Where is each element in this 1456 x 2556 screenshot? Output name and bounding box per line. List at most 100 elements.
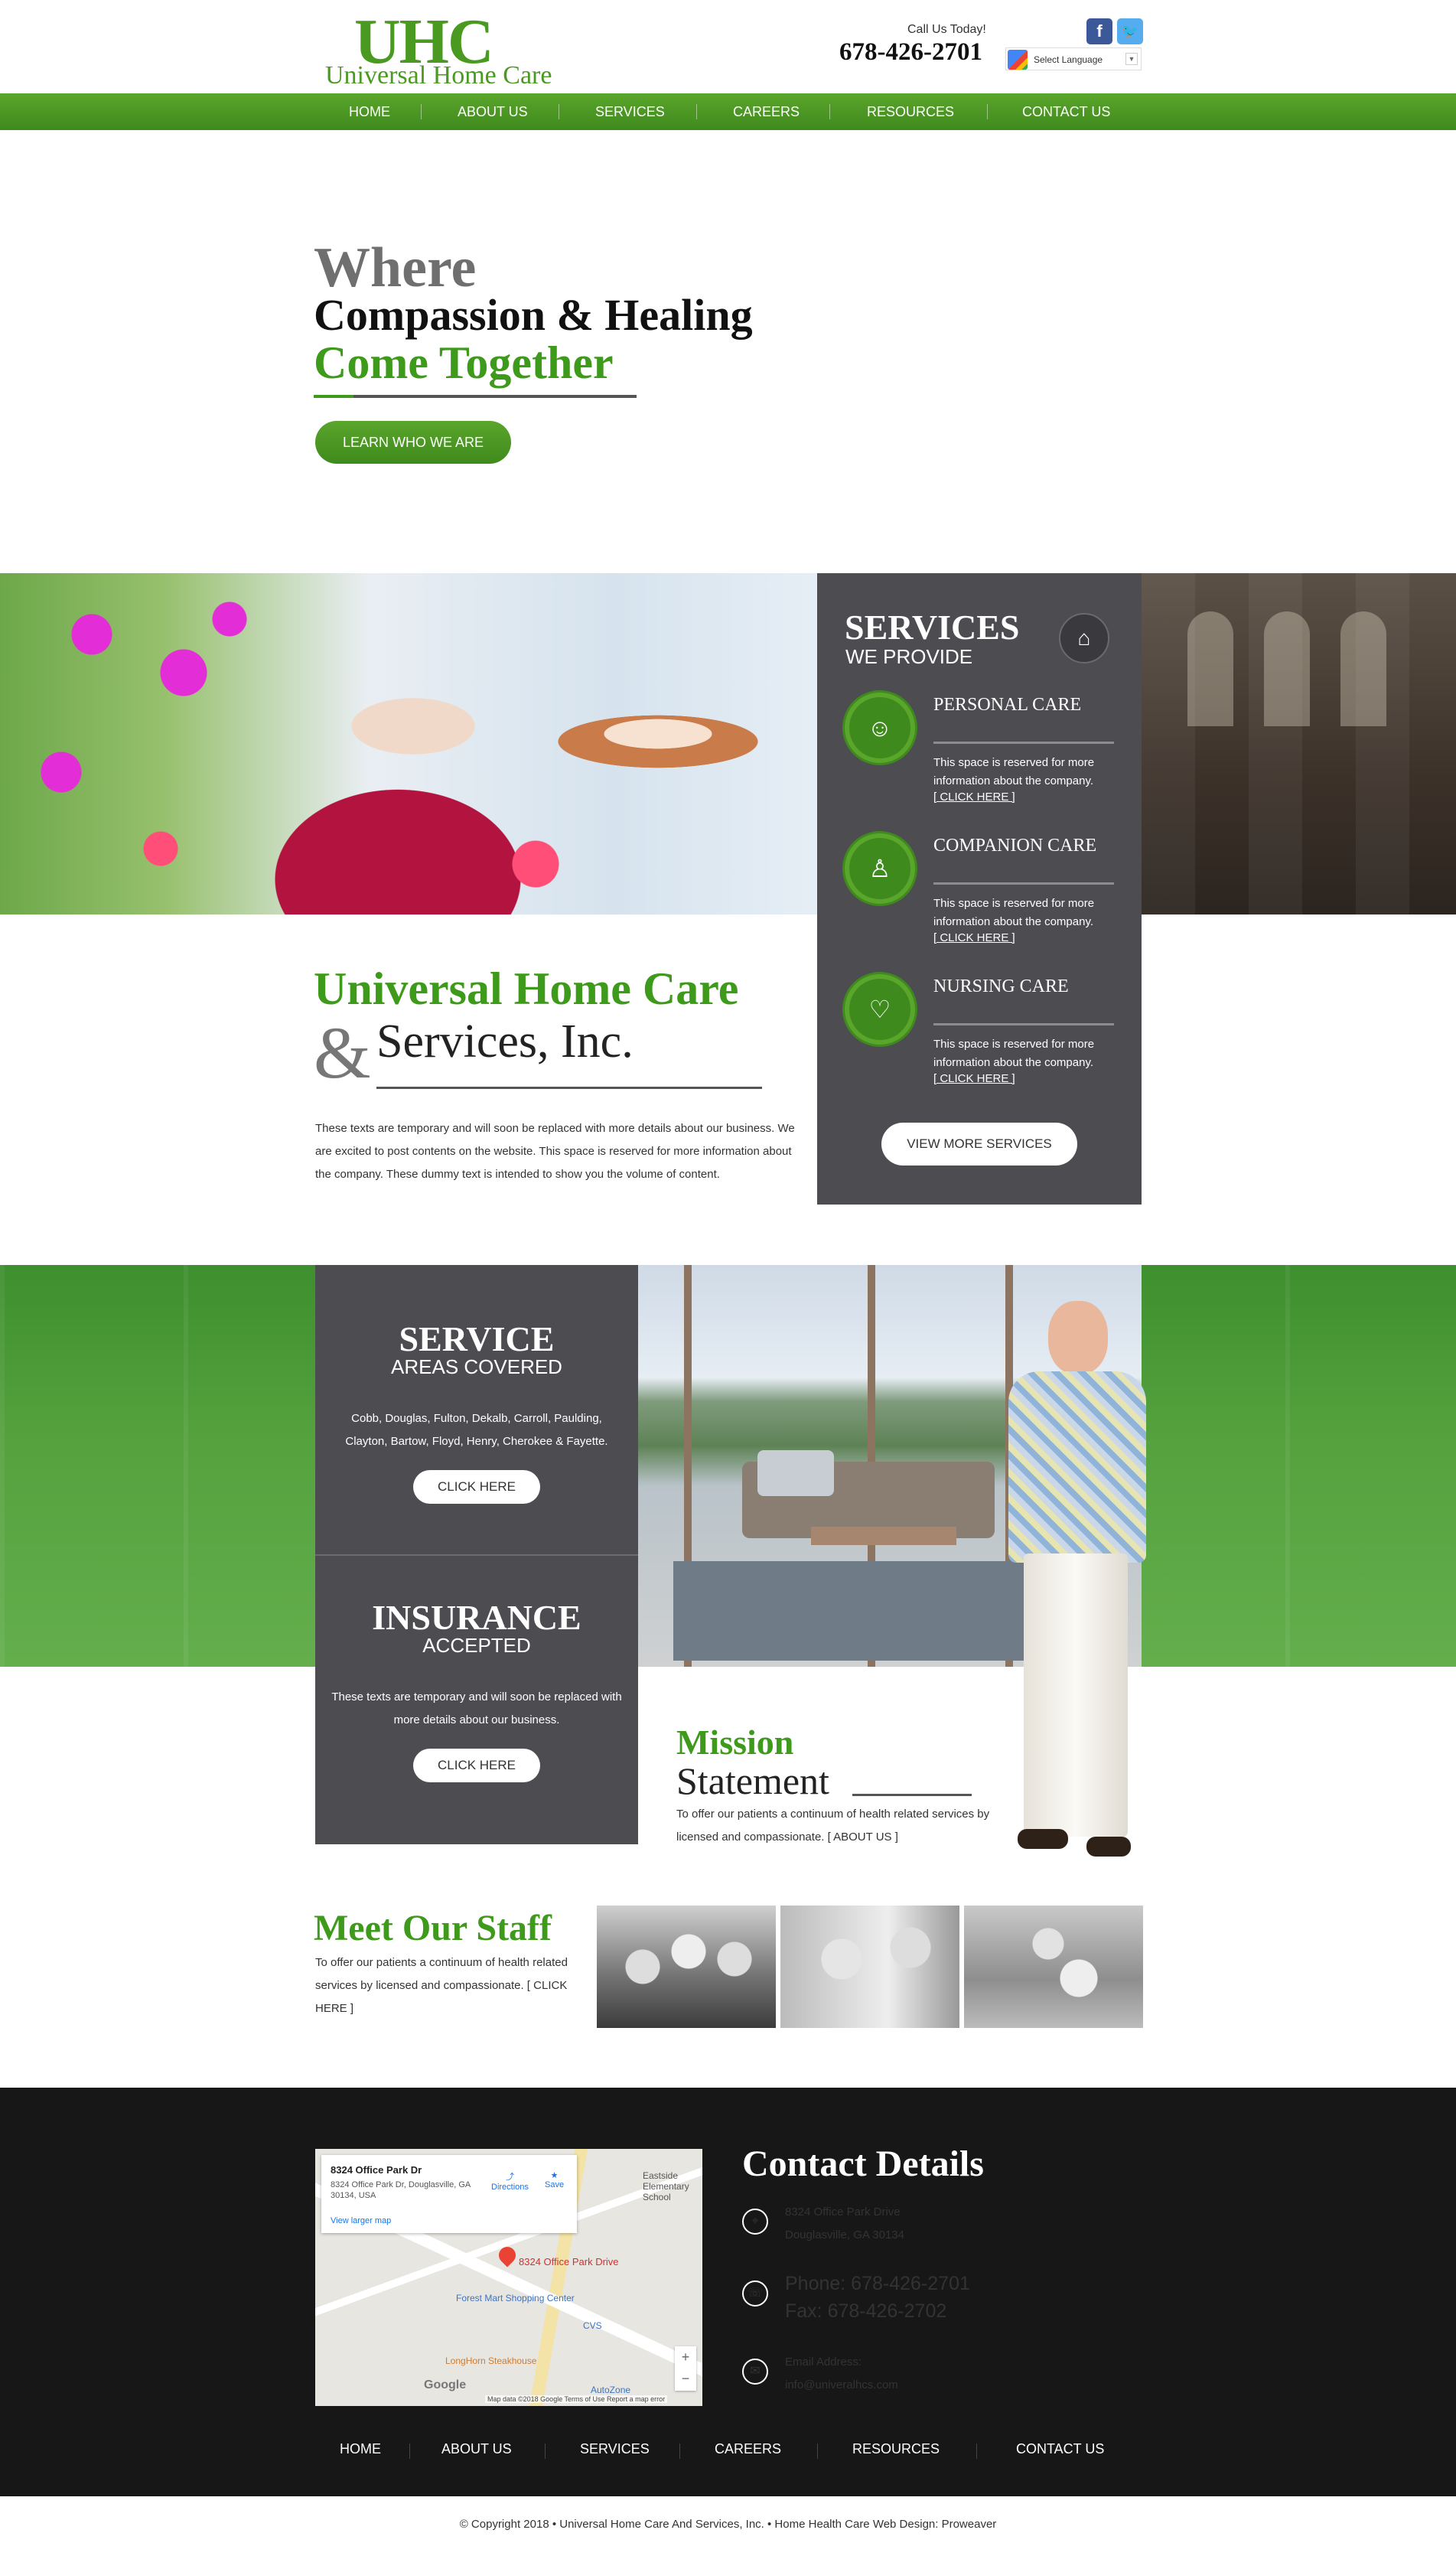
services-panel: SERVICES WE PROVIDE ⌂ ☺ PERSONAL CARE Th… [817, 573, 1142, 1205]
service-name: COMPANION CARE [933, 836, 1097, 856]
mission-title: Mission [676, 1723, 794, 1762]
footer-nav-divider [545, 2444, 546, 2459]
areas-insurance-box: SERVICE AREAS COVERED Cobb, Douglas, Ful… [315, 1265, 638, 1844]
staff-text: To offer our patients a continuum of hea… [315, 1956, 568, 2015]
footer-nav-about[interactable]: ABOUT US [441, 2441, 512, 2457]
rug-shape [673, 1561, 1041, 1661]
footer-nav-divider [817, 2444, 818, 2459]
caring-hand-icon: ♡ [845, 974, 915, 1045]
footer-nav-home[interactable]: HOME [340, 2441, 381, 2457]
areas-text: Cobb, Douglas, Fulton, Dekalb, Carroll, … [345, 1412, 608, 1448]
twitter-icon[interactable]: 🐦 [1117, 18, 1143, 44]
nav-divider [421, 104, 422, 119]
main-nav: HOME ABOUT US SERVICES CAREERS RESOURCES… [0, 93, 1456, 130]
service-name: NURSING CARE [933, 976, 1069, 996]
facebook-icon[interactable]: f [1086, 18, 1112, 44]
staff-photo[interactable] [964, 1906, 1143, 2028]
google-translate-icon [1008, 50, 1028, 70]
staff-photo[interactable] [597, 1906, 776, 2028]
view-larger-map-link[interactable]: View larger map [331, 2216, 391, 2225]
map-pin-icon[interactable] [495, 2243, 520, 2267]
nav-contact[interactable]: CONTACT US [1022, 93, 1110, 130]
nav-about[interactable]: ABOUT US [458, 93, 528, 130]
contact-email-label: Email Address: [785, 2355, 862, 2369]
house-icon: ⌂ [1059, 613, 1109, 663]
nav-careers[interactable]: CAREERS [733, 93, 800, 130]
language-select-label: Select Language [1034, 54, 1103, 65]
mission-text: To offer our patients a continuum of hea… [676, 1808, 990, 1844]
areas-subtitle: AREAS COVERED [391, 1355, 562, 1378]
save-button[interactable]: ★ Save [545, 2170, 564, 2189]
map-pin-label: 8324 Office Park Drive [519, 2256, 619, 2267]
location-pin-icon: ⌖ [742, 2209, 768, 2235]
sofa-cushion-shape [757, 1450, 834, 1496]
company-text: These texts are temporary and will soon … [315, 1122, 795, 1181]
insurance-subtitle: ACCEPTED [422, 1634, 531, 1657]
people-icon: ☺ [845, 693, 915, 763]
insurance-click-here-button[interactable]: CLICK HERE [413, 1749, 540, 1782]
map-place-name: 8324 Office Park Dr [331, 2164, 422, 2176]
staff-title: Meet Our Staff [314, 1908, 552, 1948]
service-click-here-link[interactable]: [ CLICK HERE ] [933, 791, 1015, 804]
contact-details-title: Contact Details [742, 2144, 984, 2184]
footer-nav-divider [679, 2444, 680, 2459]
directions-icon: ⤴ [505, 2173, 514, 2182]
service-click-here-link[interactable]: [ CLICK HERE ] [933, 931, 1015, 944]
star-icon: ★ [550, 2171, 559, 2180]
learn-who-we-are-button[interactable]: LEARN WHO WE ARE [315, 421, 511, 464]
contact-phone[interactable]: Phone: 678-426-2701 [785, 2271, 970, 2297]
map-credit: Map data ©2018 Google Terms of Use Repor… [485, 2395, 668, 2403]
nav-resources[interactable]: RESOURCES [867, 93, 954, 130]
map-info-card: 8324 Office Park Dr 8324 Office Park Dr,… [321, 2155, 577, 2233]
chevron-down-icon: ▼ [1125, 53, 1138, 65]
site-header: UHC Universal Home Care Call Us Today! 6… [0, 0, 1456, 93]
language-select[interactable]: Select Language ▼ [1005, 47, 1142, 70]
footer-nav-divider [409, 2444, 410, 2459]
map-zoom-control[interactable]: + − [675, 2346, 696, 2391]
service-desc: This space is reserved for more informat… [933, 897, 1095, 928]
logo-name[interactable]: Universal Home Care [325, 61, 552, 90]
services-title: SERVICES [845, 608, 1020, 647]
service-click-here-link[interactable]: [ CLICK HERE ] [933, 1072, 1015, 1085]
directions-button[interactable]: ⤴ Directions [491, 2170, 529, 2192]
elderly-man-photo [987, 1301, 1163, 1883]
view-more-services-button[interactable]: VIEW MORE SERVICES [881, 1123, 1077, 1166]
hero-line-3: Come Together [314, 337, 614, 388]
site-footer [0, 2088, 1456, 2496]
map-label-autozone: AutoZone [591, 2385, 631, 2395]
map-label-school: Eastside Elementary School [643, 2170, 689, 2202]
contact-email[interactable]: info@univeralhcs.com [785, 2374, 898, 2397]
company-title: Universal Home Care [314, 963, 739, 1014]
mission-subtitle: Statement [676, 1759, 829, 1802]
email-icon: ✉ [742, 2359, 768, 2385]
footer-nav-resources[interactable]: RESOURCES [852, 2441, 940, 2457]
google-map[interactable]: 8324 Office Park Dr 8324 Office Park Dr,… [315, 2149, 702, 2406]
nav-services[interactable]: SERVICES [595, 93, 665, 130]
bedroom-photo [1142, 573, 1456, 914]
footer-nav-divider [976, 2444, 977, 2459]
footer-nav-contact[interactable]: CONTACT US [1016, 2441, 1104, 2457]
hero-line-2: Compassion & Healing [314, 290, 753, 340]
box-divider [315, 1554, 638, 1556]
coffee-table-shape [811, 1527, 956, 1545]
phone-icon: ☏ [742, 2281, 768, 2307]
footer-nav-services[interactable]: SERVICES [580, 2441, 650, 2457]
map-address: 8324 Office Park Dr, Douglasville, GA 30… [331, 2180, 471, 2200]
caregiver-icon: ♙ [845, 833, 915, 904]
contact-address-line-2: Douglasville, GA 30134 [785, 2228, 904, 2241]
map-label-shop: Forest Mart Shopping Center [456, 2293, 575, 2303]
contact-fax: Fax: 678-426-2702 [785, 2300, 947, 2322]
map-label-cvs: CVS [583, 2320, 602, 2331]
insurance-text: These texts are temporary and will soon … [331, 1690, 622, 1726]
company-ampersand: & [314, 1012, 371, 1094]
areas-click-here-button[interactable]: CLICK HERE [413, 1470, 540, 1504]
header-phone[interactable]: 678-426-2701 [839, 38, 982, 67]
hero-underline [314, 395, 637, 398]
service-name: PERSONAL CARE [933, 695, 1082, 715]
footer-nav-careers[interactable]: CAREERS [715, 2441, 781, 2457]
service-desc: This space is reserved for more informat… [933, 1038, 1095, 1069]
nav-home[interactable]: HOME [349, 93, 390, 130]
company-underline [376, 1087, 762, 1089]
map-label-steakhouse: LongHorn Steakhouse [445, 2355, 537, 2366]
staff-photo[interactable] [780, 1906, 959, 2028]
